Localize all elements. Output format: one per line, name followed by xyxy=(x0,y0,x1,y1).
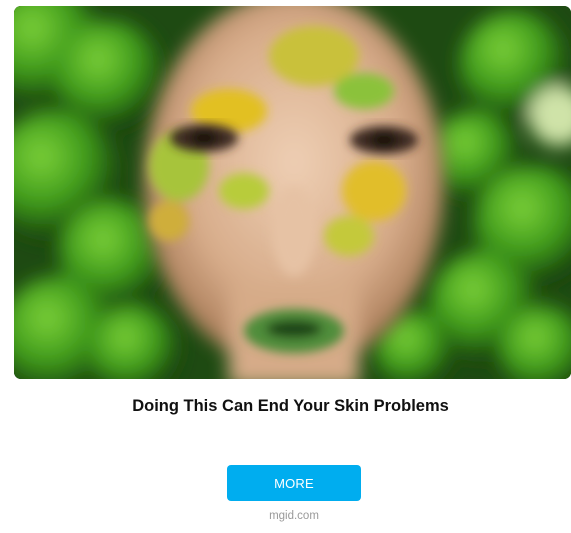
face-photo-icon xyxy=(14,6,571,379)
ad-image[interactable] xyxy=(14,6,571,379)
more-button[interactable]: MORE xyxy=(227,465,361,501)
ad-headline[interactable]: Doing This Can End Your Skin Problems xyxy=(0,397,571,416)
source-link[interactable]: mgid.com xyxy=(227,510,361,522)
ad-card[interactable]: Doing This Can End Your Skin Problems MO… xyxy=(0,0,571,533)
